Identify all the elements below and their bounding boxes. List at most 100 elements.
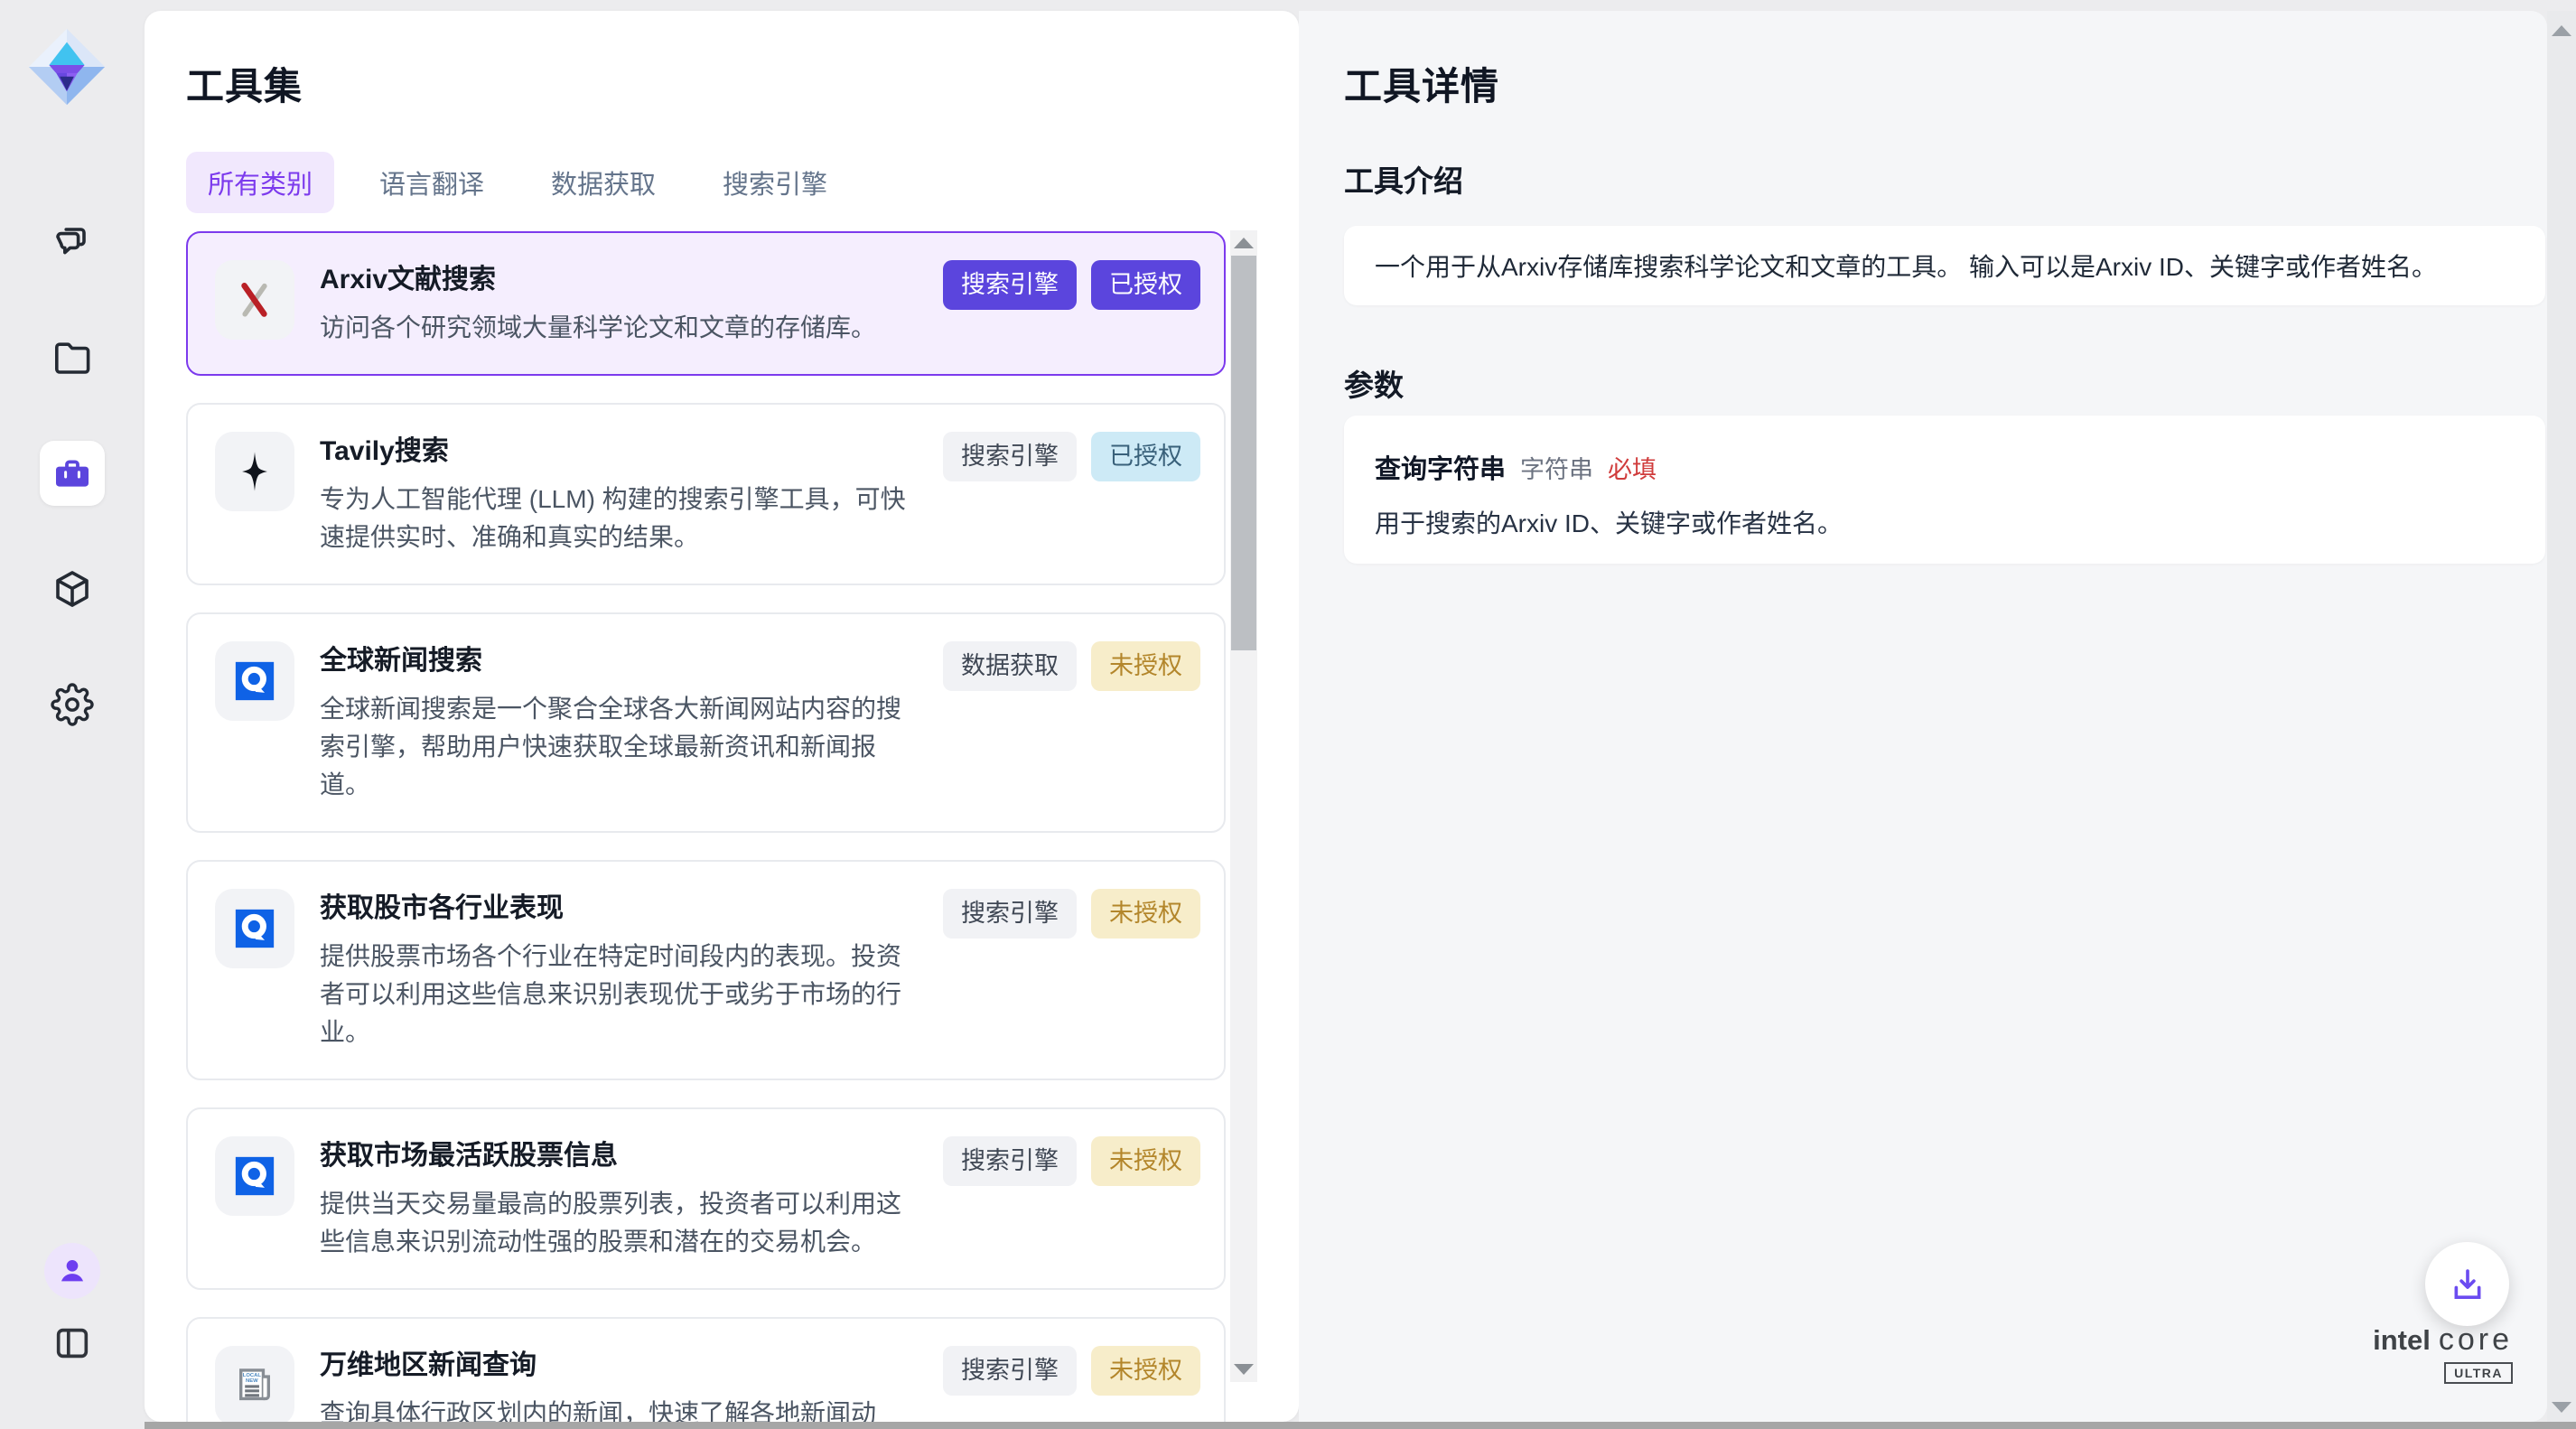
tool-name: 获取股市各行业表现 (320, 889, 923, 927)
tool-name: 获取市场最活跃股票信息 (320, 1136, 923, 1174)
tool-card-body: Tavily搜索 专为人工智能代理 (LLM) 构建的搜索引擎工具，可快速提供实… (320, 432, 923, 556)
tool-name: 万维地区新闻查询 (320, 1346, 923, 1384)
tool-card[interactable]: 获取股市各行业表现 提供股票市场各个行业在特定时间段内的表现。投资者可以利用这些… (186, 860, 1226, 1080)
tool-category-badge: 搜索引擎 (943, 1346, 1077, 1396)
tool-description: 全球新闻搜索是一个聚合全球各大新闻网站内容的搜索引擎，帮助用户快速获取全球最新资… (320, 690, 923, 804)
parameters-heading: 参数 (1344, 361, 1404, 405)
news-aggregator-icon (215, 889, 294, 968)
tool-card-body: Arxiv文献搜索 访问各个研究领域大量科学论文和文章的存储库。 (320, 260, 923, 347)
tool-category-badge: 搜索引擎 (943, 432, 1077, 481)
local-news-icon: LOCAL NEW (215, 1346, 294, 1422)
download-button[interactable] (2425, 1242, 2509, 1326)
sidebar-item-files[interactable] (40, 325, 105, 390)
app-logo (24, 24, 109, 109)
scroll-down-arrow-icon[interactable] (1234, 1364, 1254, 1375)
parameter-description: 用于搜索的Arxiv ID、关键字或作者姓名。 (1375, 504, 2515, 540)
tool-description: 专为人工智能代理 (LLM) 构建的搜索引擎工具，可快速提供实时、准确和真实的结… (320, 481, 923, 556)
tool-description: 提供当天交易量最高的股票列表，投资者可以利用这些信息来识别流动性强的股票和潜在的… (320, 1185, 923, 1261)
tool-auth-badge: 未授权 (1091, 889, 1200, 939)
intel-core-wordmark: intel core (2373, 1322, 2513, 1358)
tool-auth-badge: 已授权 (1091, 260, 1200, 310)
sidebar-item-toolbox[interactable] (40, 441, 105, 506)
tool-category-badge: 数据获取 (943, 641, 1077, 691)
sidebar-item-chat[interactable] (40, 210, 105, 275)
parameter-header: 查询字符串 字符串 必填 (1375, 448, 2515, 486)
sidebar-nav (40, 210, 105, 737)
tool-name: 全球新闻搜索 (320, 641, 923, 679)
sidebar-item-settings[interactable] (40, 672, 105, 737)
tool-badges: 数据获取 未授权 (943, 641, 1200, 691)
toolbox-icon (51, 452, 94, 495)
scroll-up-arrow-icon[interactable] (1234, 238, 1254, 248)
tool-list: Arxiv文献搜索 访问各个研究领域大量科学论文和文章的存储库。 搜索引擎 已授… (186, 231, 1226, 1422)
intel-word: intel (2373, 1324, 2431, 1357)
detail-panel-title: 工具详情 (1344, 56, 1499, 111)
category-tab[interactable]: 数据获取 (529, 152, 677, 213)
tool-card[interactable]: Arxiv文献搜索 访问各个研究领域大量科学论文和文章的存储库。 搜索引擎 已授… (186, 231, 1226, 376)
tool-card-body: 获取市场最活跃股票信息 提供当天交易量最高的股票列表，投资者可以利用这些信息来识… (320, 1136, 923, 1261)
window-bottom-edge (145, 1422, 2576, 1429)
arxiv-logo-icon (215, 260, 294, 340)
window-scrollbar[interactable] (2547, 11, 2576, 1422)
parameter-required-badge: 必填 (1608, 450, 1657, 485)
download-icon (2447, 1264, 2488, 1305)
category-tabs: 所有类别语言翻译数据获取搜索引擎 (186, 152, 849, 213)
tool-category-badge: 搜索引擎 (943, 1136, 1077, 1186)
tool-detail-panel: 工具详情 工具介绍 一个用于从Arxiv存储库搜索科学论文和文章的工具。 输入可… (1299, 11, 2547, 1422)
tool-auth-badge: 未授权 (1091, 1136, 1200, 1186)
parameter-name: 查询字符串 (1375, 448, 1506, 486)
tavily-star-icon (215, 432, 294, 511)
tool-description: 访问各个研究领域大量科学论文和文章的存储库。 (320, 309, 923, 347)
tool-card-body: 全球新闻搜索 全球新闻搜索是一个聚合全球各大新闻网站内容的搜索引擎，帮助用户快速… (320, 641, 923, 804)
tool-card-body: 万维地区新闻查询 查询具体行政区划内的新闻，快速了解各地新闻动态。 (320, 1346, 923, 1422)
user-avatar-icon (55, 1254, 89, 1288)
parameter-type: 字符串 (1520, 450, 1593, 485)
window-scroll-up-arrow-icon[interactable] (2552, 25, 2571, 36)
tool-list-scrollbar[interactable] (1230, 230, 1257, 1382)
category-tab[interactable]: 语言翻译 (358, 152, 506, 213)
parameter-card: 查询字符串 字符串 必填 用于搜索的Arxiv ID、关键字或作者姓名。 (1344, 416, 2545, 564)
news-aggregator-icon (215, 1136, 294, 1216)
news-aggregator-icon (215, 641, 294, 721)
tool-name: Arxiv文献搜索 (320, 260, 923, 298)
sidebar-item-models[interactable] (40, 556, 105, 621)
gear-icon (51, 683, 94, 726)
tool-intro-heading: 工具介绍 (1344, 157, 1463, 201)
tool-category-badge: 搜索引擎 (943, 889, 1077, 939)
tool-badges: 搜索引擎 未授权 (943, 1346, 1200, 1396)
tool-description: 查询具体行政区划内的新闻，快速了解各地新闻动态。 (320, 1395, 923, 1422)
tool-list-scrollbar-thumb[interactable] (1231, 256, 1256, 650)
folder-icon (51, 336, 94, 379)
tools-panel-title: 工具集 (186, 56, 303, 111)
core-word: core (2439, 1322, 2513, 1358)
tool-badges: 搜索引擎 已授权 (943, 260, 1200, 310)
tool-card[interactable]: 获取市场最活跃股票信息 提供当天交易量最高的股票列表，投资者可以利用这些信息来识… (186, 1107, 1226, 1290)
tool-intro-text: 一个用于从Arxiv存储库搜索科学论文和文章的工具。 输入可以是Arxiv ID… (1375, 248, 2437, 284)
tool-auth-badge: 未授权 (1091, 641, 1200, 691)
chat-icon (51, 220, 94, 264)
tool-badges: 搜索引擎 未授权 (943, 889, 1200, 939)
tool-card[interactable]: 全球新闻搜索 全球新闻搜索是一个聚合全球各大新闻网站内容的搜索引擎，帮助用户快速… (186, 612, 1226, 833)
user-avatar[interactable] (44, 1243, 100, 1299)
tool-badges: 搜索引擎 已授权 (943, 432, 1200, 481)
svg-text:NEW: NEW (246, 1378, 258, 1384)
tool-card[interactable]: LOCAL NEW 万维地区新闻查询 查询具体行政区划内的新闻，快速了解各地新闻… (186, 1317, 1226, 1422)
tool-description: 提供股票市场各个行业在特定时间段内的表现。投资者可以利用这些信息来识别表现优于或… (320, 938, 923, 1051)
sidebar-toggle-button[interactable] (51, 1322, 93, 1364)
ultra-badge: ULTRA (2444, 1362, 2513, 1384)
tool-card[interactable]: Tavily搜索 专为人工智能代理 (LLM) 构建的搜索引擎工具，可快速提供实… (186, 403, 1226, 585)
window-scroll-down-arrow-icon[interactable] (2552, 1402, 2571, 1413)
tool-card-body: 获取股市各行业表现 提供股票市场各个行业在特定时间段内的表现。投资者可以利用这些… (320, 889, 923, 1051)
category-tab[interactable]: 搜索引擎 (701, 152, 849, 213)
cube-icon (51, 567, 94, 611)
tool-auth-badge: 未授权 (1091, 1346, 1200, 1396)
category-tab[interactable]: 所有类别 (186, 152, 334, 213)
tool-intro-card: 一个用于从Arxiv存储库搜索科学论文和文章的工具。 输入可以是Arxiv ID… (1344, 226, 2545, 305)
tool-auth-badge: 已授权 (1091, 432, 1200, 481)
intel-core-ultra-logo: intel core ULTRA (2375, 1322, 2513, 1384)
tool-name: Tavily搜索 (320, 432, 923, 470)
sidebar-toggle-icon (51, 1322, 93, 1364)
tool-category-badge: 搜索引擎 (943, 260, 1077, 310)
nav-rail (0, 0, 145, 1429)
tool-badges: 搜索引擎 未授权 (943, 1136, 1200, 1186)
